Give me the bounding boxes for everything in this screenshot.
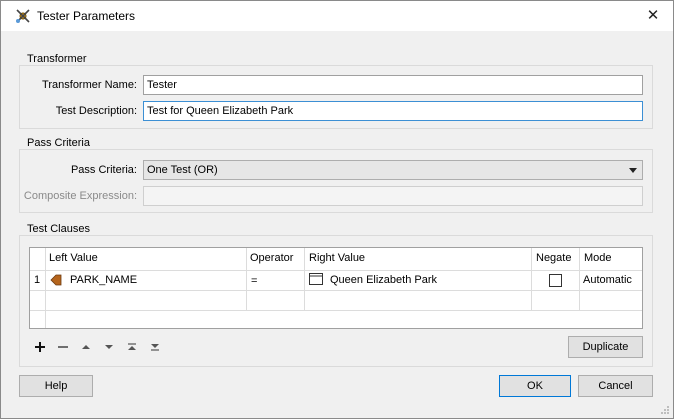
grid-line (30, 290, 642, 291)
duplicate-button[interactable]: Duplicate (568, 336, 643, 358)
column-header-left-value[interactable]: Left Value (46, 248, 246, 270)
test-clauses-group-title: Test Clauses (25, 223, 92, 235)
tester-transformer-icon (16, 9, 30, 23)
move-down-icon[interactable] (101, 340, 117, 354)
pass-criteria-selected-value: One Test (OR) (147, 164, 218, 176)
transformer-name-input[interactable]: Tester (143, 75, 643, 95)
ok-button[interactable]: OK (499, 375, 571, 397)
text-value-icon (309, 273, 323, 285)
grid-line (30, 310, 642, 311)
title-bar: Tester Parameters ✕ (1, 1, 673, 31)
grid-line (246, 248, 247, 310)
cancel-button[interactable]: Cancel (578, 375, 653, 397)
test-description-input[interactable]: Test for Queen Elizabeth Park (143, 101, 643, 121)
close-button[interactable]: ✕ (633, 1, 673, 31)
left-value-cell[interactable]: PARK_NAME (70, 270, 137, 290)
tester-parameters-dialog: Tester Parameters ✕ Transformer Transfor… (0, 0, 674, 419)
move-to-bottom-icon[interactable] (147, 340, 163, 354)
column-header-operator[interactable]: Operator (247, 248, 303, 270)
add-clause-button[interactable] (32, 340, 48, 354)
mode-cell[interactable]: Automatic (583, 270, 632, 290)
right-value-cell[interactable]: Queen Elizabeth Park (330, 270, 437, 290)
grid-line (304, 248, 305, 310)
transformer-group-title: Transformer (25, 53, 89, 65)
column-header-right-value[interactable]: Right Value (306, 248, 530, 270)
move-to-top-icon[interactable] (124, 340, 140, 354)
grid-line (579, 248, 580, 310)
pass-criteria-label: Pass Criteria: (70, 164, 137, 176)
move-up-icon[interactable] (78, 340, 94, 354)
composite-expression-label: Composite Expression: (23, 190, 137, 202)
remove-clause-button[interactable] (55, 340, 71, 354)
attribute-icon (50, 274, 62, 286)
chevron-down-icon (629, 168, 637, 173)
close-icon: ✕ (646, 7, 660, 24)
pass-criteria-select[interactable]: One Test (OR) (143, 160, 643, 180)
grid-line (45, 248, 46, 328)
window-title: Tester Parameters (37, 9, 136, 23)
column-header-mode[interactable]: Mode (581, 248, 641, 270)
transformer-name-label: Transformer Name: (42, 79, 137, 91)
operator-cell[interactable]: = (251, 271, 257, 291)
negate-checkbox[interactable] (549, 274, 562, 287)
resize-grip-icon[interactable] (660, 405, 670, 415)
row-number: 1 (34, 274, 41, 286)
grid-line (531, 248, 532, 310)
help-button[interactable]: Help (19, 375, 93, 397)
column-header-negate[interactable]: Negate (533, 248, 579, 270)
test-clauses-table: Left Value Operator Right Value Negate M… (29, 247, 643, 329)
composite-expression-input (143, 186, 643, 206)
test-description-label: Test Description: (55, 105, 137, 117)
pass-criteria-group-title: Pass Criteria (25, 137, 92, 149)
